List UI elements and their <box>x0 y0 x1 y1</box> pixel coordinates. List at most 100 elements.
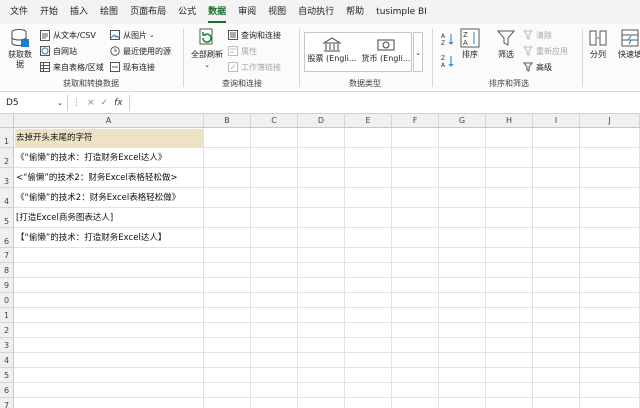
tab-11[interactable]: tusimple BI <box>370 0 433 24</box>
row-gridline <box>14 277 640 278</box>
row-header[interactable]: 9 <box>0 278 14 293</box>
column-gridline <box>250 128 251 408</box>
row-header[interactable]: 4 <box>0 188 14 208</box>
refresh-all-label: 全部刷新 <box>191 50 223 59</box>
column-header-J[interactable]: J <box>580 114 640 128</box>
from-web-label: 自网站 <box>53 46 77 56</box>
filter-button[interactable]: 筛选 <box>495 28 517 60</box>
row-header[interactable]: 0 <box>0 293 14 308</box>
group-label-sort-filter: 排序和筛选 <box>489 79 529 88</box>
sort-button[interactable]: ZA 排序 <box>459 28 481 60</box>
row-header[interactable]: 8 <box>0 263 14 278</box>
flash-fill-button[interactable]: 快速填 <box>615 28 640 60</box>
tab-10[interactable]: 帮助 <box>340 0 370 24</box>
reapply-label: 重新应用 <box>536 46 568 56</box>
tab-9[interactable]: 自动执行 <box>292 0 340 24</box>
advanced-filter-button[interactable]: 高级 <box>523 60 552 74</box>
column-header-H[interactable]: H <box>486 114 533 128</box>
row-header[interactable]: 1 <box>0 128 14 148</box>
row-header[interactable]: 3 <box>0 168 14 188</box>
refresh-all-button[interactable]: 全部刷新 ⌄ <box>190 28 224 70</box>
row-header[interactable]: 3 <box>0 338 14 353</box>
existing-connections-button[interactable]: 现有连接 <box>110 60 155 74</box>
cell-a4[interactable]: 《“偷懒”的技术2：财务Excel表格轻松做》 <box>16 192 180 204</box>
row-gridline <box>14 337 640 338</box>
ribbon: 获取数 据 从文本/CSV 自网站 来自表格/区域 从图片 ⌄ 最近使用的源 现… <box>0 24 640 92</box>
row-header[interactable]: 7 <box>0 398 14 408</box>
workbook-links-button[interactable]: 工作簿链接 <box>228 60 281 74</box>
column-header-D[interactable]: D <box>298 114 345 128</box>
tab-4[interactable]: 页面布局 <box>124 0 172 24</box>
column-header-B[interactable]: B <box>204 114 251 128</box>
row-header[interactable]: 6 <box>0 383 14 398</box>
reapply-button[interactable]: 重新应用 <box>523 44 568 58</box>
svg-text:Z: Z <box>441 55 445 62</box>
get-data-button[interactable]: 获取数 据 <box>6 28 34 70</box>
from-table-range-button[interactable]: 来自表格/区域 <box>40 60 104 74</box>
row-gridline <box>14 247 640 248</box>
split-columns-icon <box>589 30 607 46</box>
from-text-csv-button[interactable]: 从文本/CSV <box>40 28 96 42</box>
column-header-G[interactable]: G <box>439 114 486 128</box>
sort-az-icon: AZ <box>441 33 454 46</box>
more-options-icon: ⋮ <box>72 97 81 108</box>
column-header-F[interactable]: F <box>392 114 439 128</box>
sort-za-icon: ZA <box>441 55 454 68</box>
group-data-types: 股票 (Engli... 货币 (Engli... ⌄ 数据类型 <box>302 24 428 92</box>
tab-8[interactable]: 视图 <box>262 0 292 24</box>
tab-6[interactable]: 数据 <box>202 0 232 24</box>
cell-a6[interactable]: 【“偷懒”的技术：打造财务Excel达人】 <box>16 232 166 244</box>
row-gridline <box>14 352 640 353</box>
queries-connections-button[interactable]: 查询和连接 <box>228 28 281 42</box>
group-label-data-types: 数据类型 <box>349 79 381 88</box>
row-header[interactable]: 6 <box>0 228 14 248</box>
enter-icon[interactable]: ✓ <box>101 98 109 108</box>
row-header[interactable]: 4 <box>0 353 14 368</box>
sort-ascending-button[interactable]: AZ <box>441 32 458 46</box>
recent-sources-button[interactable]: 最近使用的源 <box>110 44 171 58</box>
row-gridline <box>14 207 640 208</box>
gallery-expand-button[interactable]: ⌄ <box>413 32 423 72</box>
column-header-C[interactable]: C <box>251 114 298 128</box>
row-header[interactable]: 1 <box>0 308 14 323</box>
tab-0[interactable]: 文件 <box>4 0 34 24</box>
cancel-icon[interactable]: × <box>87 98 95 108</box>
column-header-I[interactable]: I <box>533 114 580 128</box>
queries-connections-label: 查询和连接 <box>241 30 281 40</box>
cell-a2[interactable]: 《“偷懒”的技术：打造财务Excel达人》 <box>16 152 166 164</box>
tab-5[interactable]: 公式 <box>172 0 202 24</box>
function-icon[interactable]: fx <box>114 98 123 108</box>
connection-icon <box>110 62 120 72</box>
properties-button[interactable]: 属性 <box>228 44 257 58</box>
tab-3[interactable]: 绘图 <box>94 0 124 24</box>
row-header[interactable]: 7 <box>0 248 14 263</box>
cell-a5[interactable]: [打造Excel商务图表达人] <box>16 212 113 224</box>
sort-label: 排序 <box>462 50 478 59</box>
row-header[interactable]: 2 <box>0 323 14 338</box>
clear-filter-button[interactable]: 清除 <box>523 28 552 42</box>
formula-input[interactable] <box>128 94 640 111</box>
table-icon <box>40 62 50 72</box>
tab-7[interactable]: 审阅 <box>232 0 262 24</box>
stocks-button[interactable]: 股票 (Engli... <box>307 37 357 64</box>
row-header[interactable]: 5 <box>0 208 14 228</box>
from-picture-button[interactable]: 从图片 ⌄ <box>110 28 155 42</box>
data-types-gallery: 股票 (Engli... 货币 (Engli... <box>304 32 412 72</box>
from-web-button[interactable]: 自网站 <box>40 44 77 58</box>
text-to-columns-button[interactable]: 分列 <box>587 28 609 60</box>
cell-a1[interactable]: 去掉开头末尾的字符 <box>16 132 93 144</box>
tab-2[interactable]: 插入 <box>64 0 94 24</box>
tab-1[interactable]: 开始 <box>34 0 64 24</box>
svg-text:A: A <box>463 39 468 47</box>
row-gridline <box>14 322 640 323</box>
currencies-button[interactable]: 货币 (Engli... <box>361 37 411 64</box>
row-header[interactable]: 5 <box>0 368 14 383</box>
row-header[interactable]: 2 <box>0 148 14 168</box>
flash-fill-icon <box>621 29 639 47</box>
sort-descending-button[interactable]: ZA <box>441 54 458 68</box>
name-box[interactable]: D5 ⌄ <box>2 94 68 111</box>
column-header-E[interactable]: E <box>345 114 392 128</box>
cell-a3[interactable]: <“偷懒”的技术2：财务Excel表格轻松做> <box>16 172 177 184</box>
column-header-A[interactable]: A <box>14 114 204 128</box>
select-all-corner[interactable] <box>0 114 14 128</box>
